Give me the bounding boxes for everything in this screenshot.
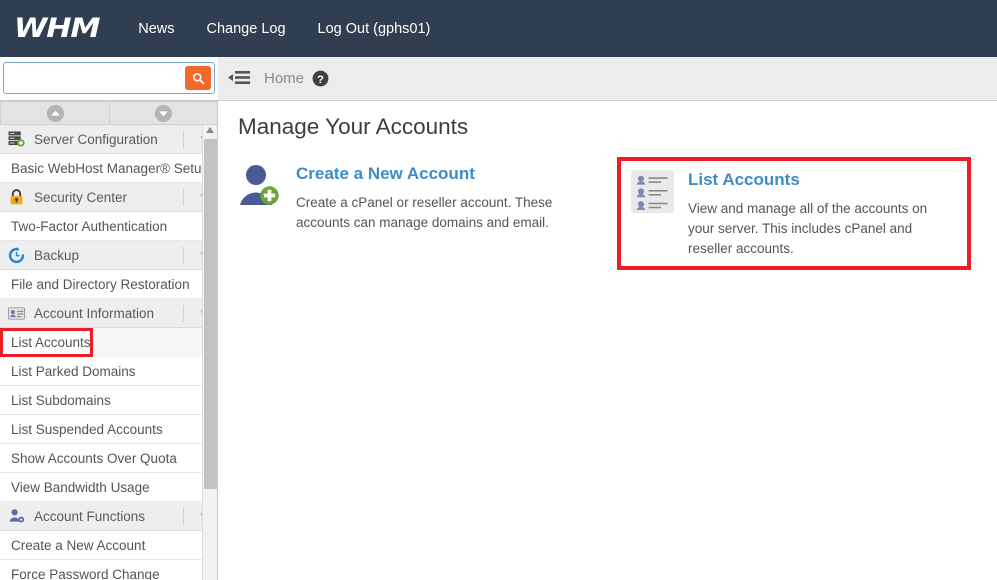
card-title-list-accounts[interactable]: List Accounts: [688, 170, 946, 190]
sidebar-item-label: Force Password Change: [11, 566, 160, 580]
sidebar-item-label: List Parked Domains: [11, 363, 136, 379]
card-title-create-a-new-account[interactable]: Create a New Account: [296, 164, 558, 184]
breadcrumb-bar: Home ?: [218, 57, 997, 101]
sidebar-group-security-center[interactable]: Security Center ∨: [0, 183, 217, 212]
help-circle-icon[interactable]: ?: [312, 70, 329, 87]
sidebar-group-backup[interactable]: Backup ∨: [0, 241, 217, 270]
sidebar-group-server-configuration[interactable]: Server Configuration ∨: [0, 125, 217, 154]
chevron-down-circle-icon: [154, 104, 173, 122]
sidebar-control-buttons: [0, 101, 217, 125]
card-body: List Accounts View and manage all of the…: [631, 170, 946, 259]
sidebar-item-view-bandwidth-usage[interactable]: View Bandwidth Usage: [0, 473, 217, 502]
expand-all-button[interactable]: [109, 101, 217, 125]
user-add-icon: [238, 164, 282, 233]
group-separator: [183, 305, 184, 322]
svg-text:?: ?: [317, 74, 324, 86]
account-list-icon: [631, 170, 674, 259]
sidebar-group-account-functions[interactable]: Account Functions ∨: [0, 502, 217, 531]
sidebar-item-file-and-directory-restoration[interactable]: File and Directory Restoration: [0, 270, 217, 299]
sidebar-item-label: Two-Factor Authentication: [11, 218, 168, 234]
group-separator: [183, 247, 184, 264]
sidebar-item-label: List Subdomains: [11, 392, 111, 408]
sidebar-group-label: Backup: [34, 247, 80, 263]
user-gear-icon: [6, 507, 26, 525]
scroll-up-arrow-icon[interactable]: [206, 127, 214, 133]
sidebar-group-account-information[interactable]: Account Information ∨: [0, 299, 217, 328]
sidebar-item-label: View Bandwidth Usage: [11, 479, 150, 495]
search-input[interactable]: [4, 63, 182, 93]
nav-link-change-log[interactable]: Change Log: [207, 21, 286, 37]
page-title: Manage Your Accounts: [238, 114, 469, 139]
group-separator: [183, 508, 184, 525]
sidebar-item-list-accounts[interactable]: List Accounts: [0, 328, 93, 357]
search-icon: [192, 72, 204, 84]
breadcrumb-home-link[interactable]: Home: [264, 70, 304, 87]
sidebar-item-label: List Suspended Accounts: [11, 421, 163, 437]
scrollbar-thumb[interactable]: [204, 139, 217, 489]
sidebar-item-label: Basic WebHost Manager® Setup: [11, 160, 210, 176]
top-navigation-bar: WHM News Change Log Log Out (gphs01): [0, 0, 997, 57]
card-create-a-new-account: Create a New Account Create a cPanel or …: [238, 164, 583, 233]
sidebar-group-label: Server Configuration: [34, 131, 158, 147]
search-button[interactable]: [185, 66, 211, 90]
sidebar-item-two-factor-authentication[interactable]: Two-Factor Authentication: [0, 212, 217, 241]
card-text-block: List Accounts View and manage all of the…: [688, 170, 946, 259]
sidebar-group-label: Security Center: [34, 189, 128, 205]
sidebar-item-show-accounts-over-quota[interactable]: Show Accounts Over Quota: [0, 444, 217, 473]
sidebar-item-label: List Accounts: [11, 334, 91, 350]
collapse-all-button[interactable]: [0, 101, 109, 125]
sidebar-scrollbar[interactable]: [202, 125, 217, 580]
search-box[interactable]: [3, 62, 215, 94]
id-card-icon: [6, 304, 26, 322]
nav-link-log-out[interactable]: Log Out (gphs01): [318, 21, 431, 37]
sidebar-item-list-subdomains[interactable]: List Subdomains: [0, 386, 217, 415]
nav-link-news[interactable]: News: [138, 21, 174, 37]
sidebar-item-list-parked-domains[interactable]: List Parked Domains: [0, 357, 217, 386]
padlock-icon: [6, 188, 26, 206]
chevron-up-circle-icon: [46, 104, 64, 122]
group-separator: [183, 189, 184, 206]
sidebar-group-label: Account Information: [34, 305, 155, 321]
server-rack-icon: [6, 130, 26, 148]
collapse-sidebar-icon[interactable]: [228, 70, 250, 87]
sidebar-item-create-a-new-account[interactable]: Create a New Account: [0, 531, 217, 560]
sidebar-nav-list: Server Configuration ∨ Basic WebHost Man…: [0, 125, 217, 580]
sidebar-item-label: Create a New Account: [11, 537, 146, 553]
sidebar-item-list-suspended-accounts[interactable]: List Suspended Accounts: [0, 415, 217, 444]
sidebar-search-strip: [0, 57, 218, 101]
highlight-box-list-accounts: List Accounts View and manage all of the…: [617, 157, 971, 270]
sidebar: Server Configuration ∨ Basic WebHost Man…: [0, 101, 218, 580]
main-content: Manage Your Accounts Create a New Accoun…: [219, 101, 997, 580]
card-description: Create a cPanel or reseller account. The…: [296, 195, 553, 231]
group-separator: [183, 131, 184, 148]
sidebar-item-label: Show Accounts Over Quota: [11, 450, 177, 466]
sidebar-group-label: Account Functions: [34, 508, 146, 524]
card-description: View and manage all of the accounts on y…: [688, 201, 928, 257]
card-text-block: Create a New Account Create a cPanel or …: [296, 164, 558, 233]
whm-logo: WHM: [14, 13, 101, 44]
sidebar-item-label: File and Directory Restoration: [11, 276, 190, 292]
sidebar-item-force-password-change[interactable]: Force Password Change: [0, 560, 217, 580]
sidebar-item-basic-webhost-manager-setup[interactable]: Basic WebHost Manager® Setup: [0, 154, 217, 183]
backup-clock-icon: [6, 246, 26, 264]
